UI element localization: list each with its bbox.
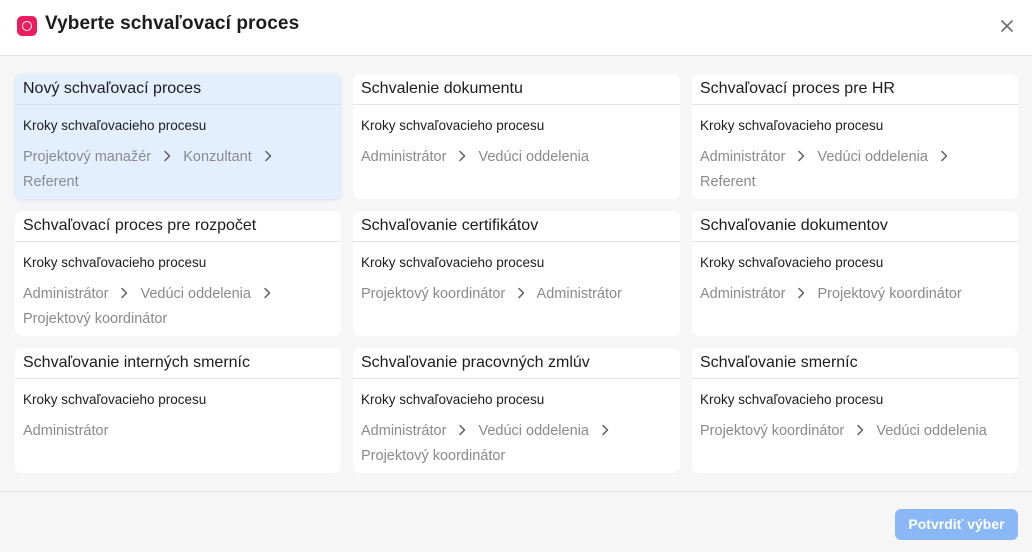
process-card-title: Schvalenie dokumentu xyxy=(353,74,680,105)
process-step: Administrátor xyxy=(23,286,109,302)
process-step: Vedúci oddelenia xyxy=(876,423,987,439)
process-step: Vedúci oddelenia xyxy=(478,423,589,439)
process-card-grid: Nový schvaľovací proces Kroky schvaľovaci… xyxy=(15,74,1018,473)
process-card-title: Schvaľovací proces pre rozpočet xyxy=(15,211,341,242)
process-steps: Administrátor Vedúci oddelenia Projektov… xyxy=(23,282,335,332)
process-step: Administrátor xyxy=(700,149,786,165)
process-steps: Projektový manažér Konzultant Referent xyxy=(23,145,335,195)
process-step: Projektový koordinátor xyxy=(361,286,506,302)
process-steps: Administrátor Vedúci oddelenia Referent xyxy=(700,145,1012,195)
process-steps: Administrátor Vedúci oddelenia xyxy=(361,145,674,170)
process-card[interactable]: Schvaľovací proces pre HR Kroky schvaľova… xyxy=(692,74,1018,199)
process-card-title: Schvaľovanie pracovných zmlúv xyxy=(353,348,680,379)
process-step: Projektový koordinátor xyxy=(361,448,506,464)
close-icon xyxy=(1001,20,1013,32)
chevron-right-icon xyxy=(450,419,474,444)
steps-label: Kroky schvaľovacieho procesu xyxy=(361,118,545,133)
process-card-title: Schvaľovanie dokumentov xyxy=(692,211,1018,242)
chevron-right-icon xyxy=(789,145,813,170)
process-step: Projektový koordinátor xyxy=(700,423,845,439)
process-card-title: Schvaľovanie certifikátov xyxy=(353,211,680,242)
process-step: Administrátor xyxy=(536,286,622,302)
dialog-title: Vyberte schvaľovací proces xyxy=(45,13,300,34)
steps-label: Kroky schvaľovacieho procesu xyxy=(361,392,545,407)
approval-process-icon xyxy=(17,16,37,36)
chevron-right-icon xyxy=(255,282,279,307)
process-step: Administrátor xyxy=(23,423,109,439)
process-step: Referent xyxy=(23,174,79,190)
steps-label: Kroky schvaľovacieho procesu xyxy=(700,118,884,133)
steps-label: Kroky schvaľovacieho procesu xyxy=(700,255,884,270)
chevron-right-icon xyxy=(593,419,617,444)
close-button[interactable] xyxy=(996,15,1018,37)
process-card[interactable]: Schvaľovanie dokumentov Kroky schvaľovaci… xyxy=(692,211,1018,336)
process-step: Administrátor xyxy=(700,286,786,302)
process-step: Projektový koordinátor xyxy=(23,311,168,327)
process-card-title: Schvaľovanie interných smerníc xyxy=(15,348,341,379)
steps-label: Kroky schvaľovacieho procesu xyxy=(700,392,884,407)
process-step: Referent xyxy=(700,174,756,190)
process-card-title: Schvaľovanie smerníc xyxy=(692,348,1018,379)
steps-label: Kroky schvaľovacieho procesu xyxy=(23,255,207,270)
process-steps: Projektový koordinátor Vedúci oddelenia xyxy=(700,419,1012,444)
steps-label: Kroky schvaľovacieho procesu xyxy=(23,118,207,133)
process-step: Administrátor xyxy=(361,149,447,165)
chevron-right-icon xyxy=(256,145,280,170)
steps-label: Kroky schvaľovacieho procesu xyxy=(361,255,545,270)
dialog-header: Vyberte schvaľovací proces xyxy=(0,0,1032,56)
chevron-right-icon xyxy=(450,145,474,170)
process-step: Vedúci oddelenia xyxy=(140,286,251,302)
process-card[interactable]: Schvaľovanie interných smerníc Kroky schv… xyxy=(15,348,341,473)
process-card[interactable]: Schvaľovanie smerníc Kroky schvaľovacieho… xyxy=(692,348,1018,473)
chevron-right-icon xyxy=(112,282,136,307)
process-step: Vedúci oddelenia xyxy=(478,149,589,165)
process-card[interactable]: Schvaľovací proces pre rozpočet Kroky sch… xyxy=(15,211,341,336)
process-card[interactable]: Schvaľovanie certifikátov Kroky schvaľova… xyxy=(353,211,680,336)
process-steps: Administrátor xyxy=(23,419,335,444)
process-step: Vedúci oddelenia xyxy=(817,149,928,165)
process-card[interactable]: Schvalenie dokumentu Kroky schvaľovacieho… xyxy=(353,74,680,199)
process-card-title: Schvaľovací proces pre HR xyxy=(692,74,1018,105)
chevron-right-icon xyxy=(932,145,956,170)
chevron-right-icon xyxy=(789,282,813,307)
confirm-selection-button[interactable]: Potvrdiť výber xyxy=(895,509,1018,540)
process-step: Projektový koordinátor xyxy=(817,286,962,302)
dialog-footer: Potvrdiť výber xyxy=(0,491,1032,552)
process-card[interactable]: Nový schvaľovací proces Kroky schvaľovaci… xyxy=(15,74,341,199)
process-card-title: Nový schvaľovací proces xyxy=(15,74,341,105)
process-step: Administrátor xyxy=(361,423,447,439)
chevron-right-icon xyxy=(848,419,872,444)
steps-label: Kroky schvaľovacieho procesu xyxy=(23,392,207,407)
process-steps: Administrátor Vedúci oddelenia Projektov… xyxy=(361,419,674,469)
chevron-right-icon xyxy=(155,145,179,170)
process-steps: Administrátor Projektový koordinátor xyxy=(700,282,1012,307)
process-steps: Projektový koordinátor Administrátor xyxy=(361,282,674,307)
process-step: Konzultant xyxy=(183,149,252,165)
process-step: Projektový manažér xyxy=(23,149,152,165)
process-card[interactable]: Schvaľovanie pracovných zmlúv Kroky schva… xyxy=(353,348,680,473)
chevron-right-icon xyxy=(509,282,533,307)
